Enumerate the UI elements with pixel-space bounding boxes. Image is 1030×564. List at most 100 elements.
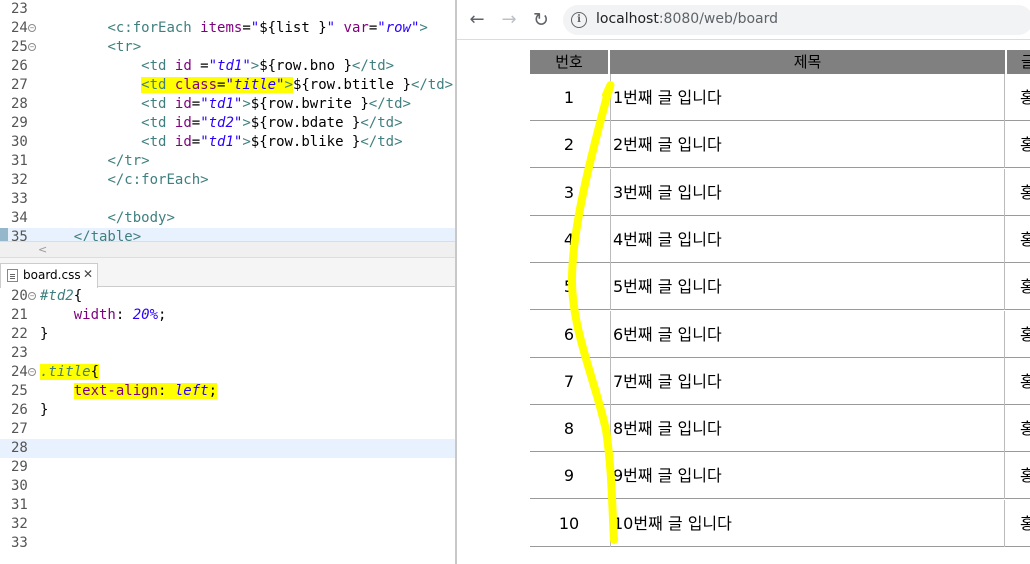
css_editor-line[interactable]: 28 [0, 439, 455, 458]
line-gutter: 29 [0, 114, 36, 133]
css_editor-line[interactable]: 20− #td2{ [0, 287, 455, 306]
cell-number: 10 [558, 513, 580, 533]
line-number: 24 [11, 20, 28, 36]
line-number: 24 [11, 364, 28, 380]
line-number: 30 [11, 134, 28, 150]
line-number: 26 [11, 402, 28, 418]
css_editor-line[interactable]: 29 [0, 458, 455, 477]
cell-title: 4번째 글 입니다 [610, 215, 1005, 263]
line-gutter: 33 [0, 534, 36, 553]
table-row: 7 7번째 글 입니다 홍 [530, 357, 1030, 405]
line-number: 28 [11, 96, 28, 112]
line-number: 21 [11, 307, 28, 323]
css_editor-line[interactable]: 23 [0, 344, 455, 363]
forward-button[interactable]: → [497, 8, 521, 32]
cell-title: 5번째 글 입니다 [610, 263, 1005, 311]
table-header: 번호 제목 글 [530, 50, 1030, 74]
css_editor-line[interactable]: 25 text-align: left; [0, 382, 455, 401]
cell-writer: 홍 [1020, 466, 1030, 486]
jsp_editor-line[interactable]: 26 <td id ="td1">${row.bno }</td> [0, 57, 455, 76]
fold-toggle-icon[interactable]: − [28, 368, 36, 376]
code-text: <td id ="td1">${row.bno }</td> [141, 58, 395, 74]
line-number: 30 [11, 478, 28, 494]
jsp_editor-line[interactable]: 24− <c:forEach items="${list }" var="row… [0, 19, 455, 38]
line-number: 23 [11, 345, 28, 361]
code-text: </tbody> [107, 210, 175, 226]
line-gutter: 21 [0, 306, 36, 325]
jsp_editor-line[interactable]: 30 <td id="td1">${row.blike }</td> [0, 133, 455, 152]
jsp-editor[interactable]: 23 24− <c:forEach items="${list }" var="r… [0, 0, 455, 241]
fold-toggle-icon[interactable]: − [28, 24, 36, 32]
css_editor-line[interactable]: 30 [0, 477, 455, 496]
cell-writer: 홍 [1020, 88, 1030, 107]
fold-toggle-icon[interactable]: − [28, 292, 36, 300]
jsp_editor-line[interactable]: 29 <td id="td2">${row.bdate }</td> [0, 114, 455, 133]
cell-title: 8번째 글 입니다 [610, 405, 1005, 453]
cell-title: 2번째 글 입니다 [610, 121, 1005, 169]
line-number: 32 [11, 516, 28, 532]
line-gutter: 26 [0, 401, 36, 420]
address-bar[interactable]: i localhost:8080/web/board [563, 5, 1030, 35]
scroll-left-icon[interactable]: < [38, 243, 47, 256]
cell-writer: 홍 [1020, 277, 1030, 297]
line-number: 32 [11, 172, 28, 188]
code-text: .title{ [40, 364, 100, 380]
code-text: </tr> [107, 153, 150, 169]
cell-number: 9 [563, 466, 575, 486]
cell-number: 8 [563, 419, 575, 439]
fold-toggle-icon[interactable]: − [28, 43, 36, 51]
tab-board-css[interactable]: board.css ✕ [0, 263, 98, 288]
table-row: 2 2번째 글 입니다 홍 [530, 121, 1030, 169]
css-file-icon [7, 269, 18, 282]
css_editor-line[interactable]: 26} [0, 401, 455, 420]
table-row: 9 9번째 글 입니다 홍 [530, 452, 1030, 500]
css_editor-line[interactable]: 33 [0, 534, 455, 553]
table-row: 5 5번째 글 입니다 홍 [530, 263, 1030, 311]
line-number: 26 [11, 58, 28, 74]
horizontal-scrollbar[interactable]: < [0, 241, 455, 257]
css_editor-line[interactable]: 32 [0, 515, 455, 534]
code-text: <td id="td1">${row.blike }</td> [141, 134, 403, 150]
css_editor-line[interactable]: 21 width: 20%; [0, 306, 455, 325]
reload-button[interactable]: ↻ [529, 8, 553, 32]
css_editor-line[interactable]: 24− .title{ [0, 363, 455, 382]
jsp_editor-line[interactable]: 28 <td id="td1">${row.bwrite }</td> [0, 95, 455, 114]
line-number: 23 [11, 1, 28, 17]
code-text: <td class="title">${row.btitle }</td> [141, 77, 454, 93]
editor-tab-bar: board.css ✕ [0, 257, 455, 288]
cell-title: 3번째 글 입니다 [610, 168, 1005, 216]
table-row: 6 6번째 글 입니다 홍 [530, 310, 1030, 358]
cell-number: 3 [563, 182, 575, 202]
back-button[interactable]: ← [465, 8, 489, 32]
line-gutter: 32 [0, 515, 36, 534]
css_editor-line[interactable]: 22} [0, 325, 455, 344]
url-host: localhost [596, 11, 659, 27]
css_editor-line[interactable]: 27 [0, 420, 455, 439]
jsp_editor-line[interactable]: 23 [0, 0, 455, 19]
css_editor-line[interactable]: 31 [0, 496, 455, 515]
line-gutter: 24− [0, 363, 36, 382]
info-icon[interactable]: i [571, 12, 587, 28]
jsp_editor-line[interactable]: 31 </tr> [0, 152, 455, 171]
jsp_editor-line[interactable]: 25− <tr> [0, 38, 455, 57]
code-text: #td2{ [40, 288, 83, 304]
url-text[interactable]: localhost:8080/web/board [596, 11, 778, 27]
close-icon[interactable]: ✕ [83, 267, 93, 281]
jsp_editor-line[interactable]: 27 <td class="title">${row.btitle }</td> [0, 76, 455, 95]
cell-title: 9번째 글 입니다 [610, 452, 1005, 500]
line-gutter: 27 [0, 76, 36, 95]
line-number: 34 [11, 210, 28, 226]
jsp_editor-line[interactable]: 34 </tbody> [0, 209, 455, 228]
table-row: 8 8번째 글 입니다 홍 [530, 405, 1030, 453]
header-number: 번호 [530, 50, 608, 74]
jsp_editor-line[interactable]: 32 </c:forEach> [0, 171, 455, 190]
jsp_editor-line[interactable]: 33 [0, 190, 455, 209]
css-editor[interactable]: 20− #td2{21 width: 20%; 22} 23 24− .title{25 … [0, 287, 455, 564]
line-number: 29 [11, 459, 28, 475]
cell-number: 2 [563, 135, 575, 155]
line-number: 35 [11, 229, 28, 241]
code-text: } [40, 326, 49, 342]
line-gutter: 25 [0, 382, 36, 401]
cell-title: 7번째 글 입니다 [610, 357, 1005, 405]
jsp_editor-line[interactable]: 35 </table> [0, 228, 455, 241]
